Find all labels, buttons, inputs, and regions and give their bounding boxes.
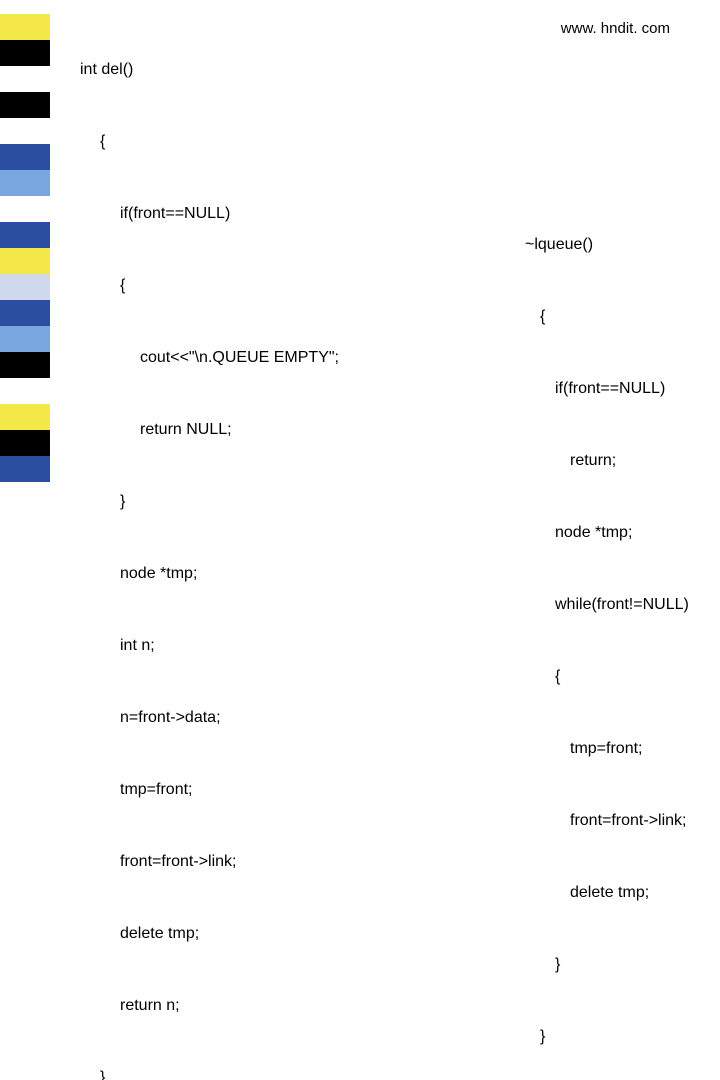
code-line: } [510,953,689,977]
code-line: } [80,1066,339,1080]
code-line: tmp=front; [80,778,339,802]
decorative-sidebar [0,0,50,540]
sb-stripe [0,92,50,118]
sb-stripe [0,352,50,378]
sb-stripe [0,248,50,274]
sb-stripe [0,40,50,66]
code-block-destructor: ~lqueue() { if(front==NULL) return; node… [510,185,689,1080]
sb-stripe [0,170,50,196]
sb-stripe [0,0,50,14]
code-block-del: int del() { if(front==NULL) { cout<<"\n.… [80,10,339,1080]
header-url: www. hndit. com [561,18,670,41]
code-line: { [510,305,689,329]
code-line: front=front->link; [80,850,339,874]
sb-stripe [0,118,50,144]
sb-stripe [0,222,50,248]
code-line: int n; [80,634,339,658]
code-line: return; [510,449,689,473]
code-line: tmp=front; [510,737,689,761]
slide-content: www. hndit. com int del() { if(front==NU… [80,10,710,530]
sb-stripe [0,196,50,222]
sb-stripe [0,300,50,326]
sb-stripe [0,274,50,300]
sb-stripe [0,404,50,430]
code-line: delete tmp; [80,922,339,946]
code-line: int del() [80,58,339,82]
code-line: if(front==NULL) [510,377,689,401]
code-line: delete tmp; [510,881,689,905]
sb-stripe [0,14,50,40]
code-line: front=front->link; [510,809,689,833]
sb-stripe [0,378,50,404]
sb-stripe [0,144,50,170]
code-line: node *tmp; [510,521,689,545]
code-line: while(front!=NULL) [510,593,689,617]
sb-stripe [0,482,50,542]
code-line: { [510,665,689,689]
code-line: return NULL; [80,418,339,442]
sb-stripe [0,456,50,482]
code-line: cout<<"\n.QUEUE EMPTY"; [80,346,339,370]
code-line: } [510,1025,689,1049]
code-line: ~lqueue() [510,233,689,257]
code-line: return n; [80,994,339,1018]
code-line: n=front->data; [80,706,339,730]
code-line: node *tmp; [80,562,339,586]
code-line: { [80,274,339,298]
code-line: { [80,130,339,154]
sb-stripe [0,326,50,352]
sb-stripe [0,430,50,456]
sb-stripe [0,66,50,92]
code-line: if(front==NULL) [80,202,339,226]
code-line: } [80,490,339,514]
